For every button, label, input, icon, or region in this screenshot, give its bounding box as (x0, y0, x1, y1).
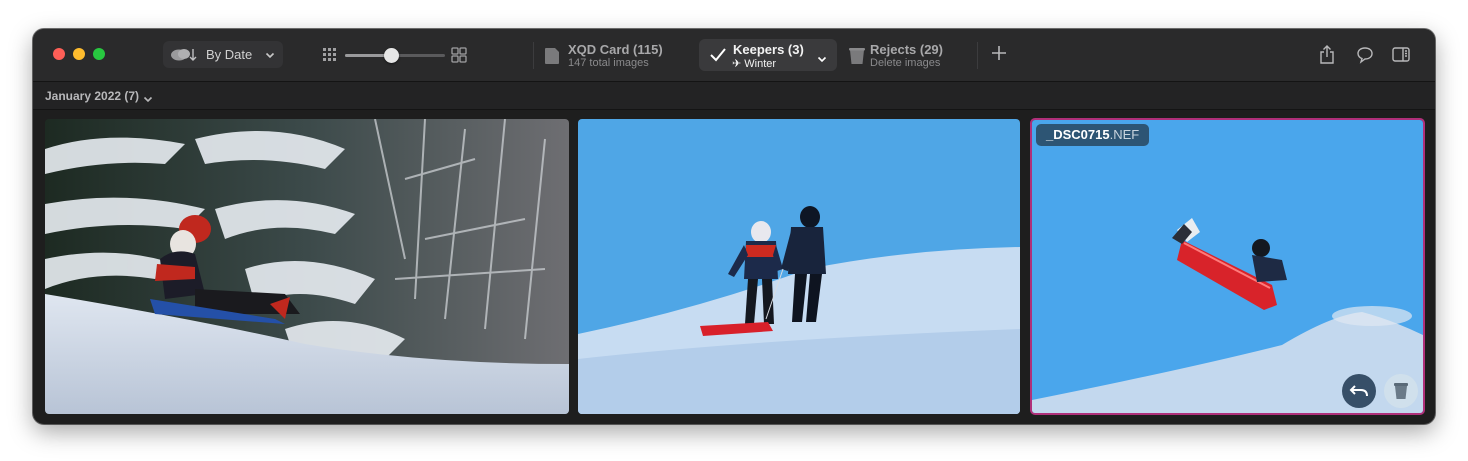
large-grid-icon[interactable] (451, 47, 467, 68)
chevron-down-icon (265, 48, 275, 63)
trash-icon (849, 47, 865, 70)
sort-button[interactable]: By Date (163, 41, 283, 68)
photo-image (578, 119, 1020, 414)
chevron-down-icon[interactable] (817, 51, 827, 69)
group-label[interactable]: January 2022 (7) (45, 89, 139, 103)
group-bar: January 2022 (7) (33, 82, 1435, 110)
chevron-down-icon[interactable] (143, 91, 153, 109)
tab-xqd-card[interactable]: XQD Card (115) 147 total images (533, 39, 683, 71)
filename-badge: _DSC0715.NEF (1036, 124, 1150, 146)
trash-icon (1394, 383, 1408, 399)
airplane-icon: ✈ (732, 58, 742, 70)
tab-title: Keepers (3) (733, 42, 804, 57)
filename-extension: .NEF (1109, 127, 1140, 142)
tab-rejects[interactable]: Rejects (29) Delete images (843, 39, 968, 71)
card-icon (543, 47, 561, 70)
zoom-slider-knob[interactable] (384, 48, 399, 63)
tab-title: XQD Card (115) (568, 42, 663, 57)
tab-title: Rejects (29) (870, 42, 943, 57)
close-window-button[interactable] (53, 48, 65, 60)
small-grid-icon[interactable] (323, 48, 337, 67)
zoom-slider[interactable] (345, 48, 445, 63)
tab-subtitle: 147 total images (568, 57, 649, 69)
fullscreen-window-button[interactable] (93, 48, 105, 60)
tab-subtitle: Delete images (870, 57, 941, 69)
speech-bubble-icon[interactable] (1356, 46, 1374, 69)
photo-thumbnail-selected[interactable]: _DSC0715.NEF (1030, 118, 1425, 415)
sort-label: By Date (206, 47, 253, 62)
toolbar: By Date XQD Card (115) 147 total images … (33, 29, 1435, 82)
photo-image (1032, 120, 1423, 413)
cloud-sort-icon (170, 46, 198, 67)
share-icon[interactable] (1319, 45, 1335, 70)
app-window: By Date XQD Card (115) 147 total images … (33, 29, 1435, 424)
tab-keepers[interactable]: Keepers (3) ✈ Winter (699, 39, 837, 71)
toolbar-divider (977, 42, 978, 69)
photo-image (45, 119, 569, 414)
reject-button[interactable] (1384, 374, 1418, 408)
sidebar-icon[interactable] (1392, 47, 1410, 67)
photo-thumbnail[interactable] (578, 119, 1020, 414)
undo-icon (1349, 385, 1368, 397)
undo-button[interactable] (1342, 374, 1376, 408)
filename-base: _DSC0715 (1046, 127, 1110, 142)
photo-thumbnail[interactable] (45, 119, 569, 414)
tab-subtitle: ✈ Winter (732, 58, 777, 70)
checkmark-icon (709, 47, 727, 68)
minimize-window-button[interactable] (73, 48, 85, 60)
plus-icon[interactable] (991, 45, 1007, 66)
